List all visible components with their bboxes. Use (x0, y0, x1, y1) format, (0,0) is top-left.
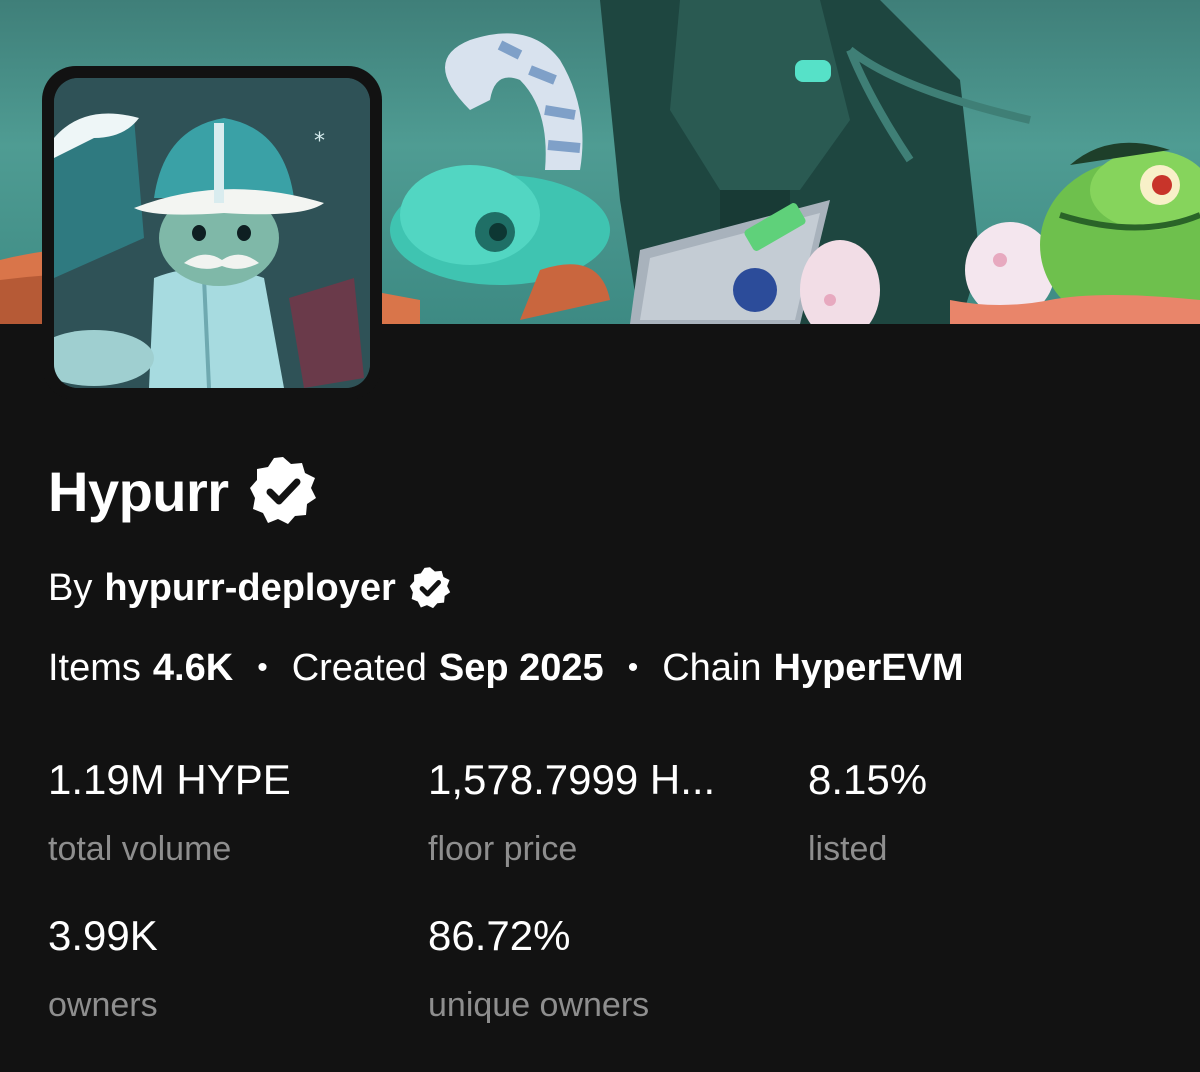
stat-floor-price: 1,578.7999 H... floor price (428, 756, 715, 869)
collection-meta-row: Items 4.6K • Created Sep 2025 • Chain Hy… (48, 644, 964, 692)
created-value: Sep 2025 (438, 646, 604, 689)
verified-badge-icon (409, 567, 450, 609)
collection-avatar[interactable]: * (42, 66, 382, 400)
meta-separator: • (627, 651, 639, 684)
stat-label: total volume (48, 830, 232, 868)
meta-separator: • (257, 651, 268, 684)
stat-value: 1.19M HYPE (48, 756, 291, 803)
collection-name: Hypurr (48, 459, 229, 523)
items-value: 4.6K (152, 646, 234, 689)
avatar-artwork: * (54, 78, 370, 388)
creator-row: By hypurr-deployer (48, 564, 452, 612)
stat-listed: 8.15% listed (808, 756, 927, 869)
collection-title-row: Hypurr (48, 456, 319, 526)
stat-label: floor price (428, 830, 578, 868)
verified-badge-icon (249, 457, 316, 524)
stat-label: owners (48, 986, 158, 1024)
svg-text:*: * (314, 129, 325, 154)
cat-illustration: * (54, 78, 370, 388)
stat-value: 1,578.7999 H... (428, 756, 716, 803)
chain-label: Chain (662, 646, 762, 689)
stat-value: 8.15% (808, 756, 928, 803)
stat-total-volume: 1.19M HYPE total volume (48, 756, 291, 869)
stat-label: listed (808, 830, 888, 868)
stat-unique-owners: 86.72% unique owners (428, 912, 649, 1025)
stat-value: 86.72% (428, 912, 571, 959)
chain-value: HyperEVM (773, 646, 964, 689)
created-label: Created (291, 646, 427, 689)
stat-label: unique owners (428, 986, 650, 1024)
stat-owners: 3.99K owners (48, 912, 158, 1025)
items-label: Items (48, 646, 141, 689)
stat-value: 3.99K (48, 912, 158, 959)
creator-name-link[interactable]: hypurr-deployer (104, 567, 395, 610)
creator-by-label: By (48, 566, 93, 609)
